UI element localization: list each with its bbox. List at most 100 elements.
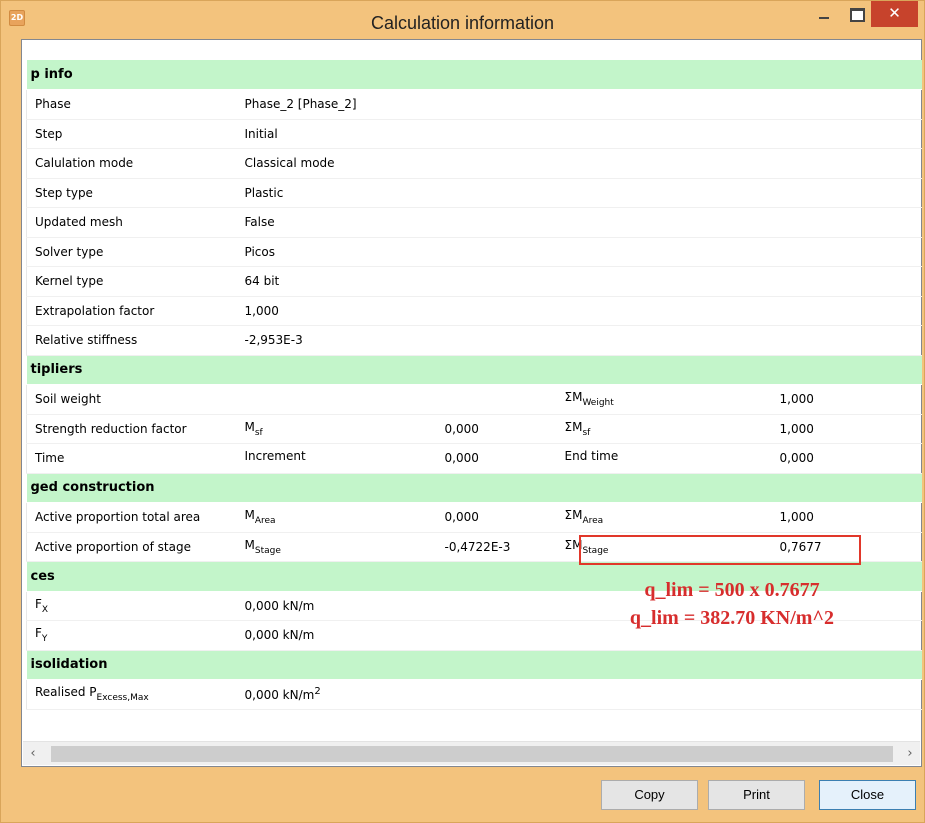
row-value: 0,000 [436,414,557,444]
row-label: Active proportion of stage [26,532,237,562]
row-label: Step type [26,178,237,208]
row-label: Time [26,443,237,474]
row-total-symbol: End time [556,443,772,474]
row-symbol: MArea [236,502,437,533]
copy-button[interactable]: Copy [601,780,698,810]
section-header-consolidation: isolidation [26,650,922,680]
total-symbol-base: ΣM [564,419,583,434]
table-row: Active proportion total area MArea 0,000… [26,502,922,533]
row-value: -2,953E-3 [236,325,922,356]
close-window-button[interactable]: ✕ [871,1,918,27]
row-label: Step [26,119,237,149]
row-total-symbol: ΣMStage [556,532,772,562]
symbol-sub: sf [254,427,263,438]
total-symbol-base: End time [564,449,619,464]
row-value: Picos [236,237,922,267]
label-sub: Y [41,634,48,645]
row-total-value: 1,000 [771,384,922,415]
total-symbol-base: ΣM [564,390,583,405]
value-sup: 2 [314,686,321,698]
window-title: Calculation information [370,13,555,33]
symbol-base: Increment [244,449,306,464]
row-value: Phase_2 [Phase_2] [236,89,922,120]
row-label: FY [26,620,237,651]
section-header-multipliers: tipliers [26,355,922,385]
row-total-value: 1,000 [771,502,922,533]
total-symbol-sub: Stage [582,545,609,556]
row-value: False [236,207,922,238]
section-title: isolidation [26,650,922,680]
label-sub: X [41,604,49,615]
symbol-base: M [244,508,255,523]
label-base: Realised P [35,685,97,700]
annotation-line-1: q_lim = 500 x 0.7677 [644,579,820,601]
title-bar[interactable]: 2D Calculation information ✕ [1,1,924,41]
section-header-step-info: p info [26,60,922,90]
row-total-value: 0,7677 [771,532,922,562]
total-symbol-sub: Weight [582,398,614,409]
table-row: Solver type Picos [26,237,922,267]
print-button[interactable]: Print [708,780,805,810]
row-label: Phase [26,89,237,120]
row-symbol [236,384,437,415]
row-value [436,384,557,415]
row-symbol: MStage [236,532,437,562]
row-label: Soil weight [26,384,237,415]
row-total-value: 1,000 [771,414,922,444]
section-header-staged-construction: ged construction [26,473,922,503]
table-row: Updated mesh False [26,207,922,238]
row-label: Relative stiffness [26,325,237,356]
table-row: Strength reduction factor Msf 0,000 ΣMsf… [26,414,922,444]
label-sub: Excess,Max [96,693,149,704]
section-title: p info [26,60,922,90]
info-panel: p info Phase Phase_2 [Phase_2] Step Initia… [21,39,922,767]
maximize-button[interactable] [841,1,871,31]
scroll-left-icon[interactable]: ‹ [23,742,43,766]
row-symbol: Increment [236,443,437,474]
label-base: F [35,596,42,611]
table-row: Active proportion of stage MStage -0,472… [26,532,922,562]
row-label: Realised PExcess,Max [26,679,237,710]
row-label: Active proportion total area [26,502,237,533]
scroll-right-icon[interactable]: › [900,742,920,766]
horizontal-scrollbar[interactable]: ‹ › [23,741,920,765]
symbol-sub: Stage [254,545,281,556]
total-symbol-base: ΣM [564,537,583,552]
table-row: Phase Phase_2 [Phase_2] [26,89,922,120]
row-total-symbol: ΣMArea [556,502,772,533]
symbol-base: M [244,537,255,552]
table-row: Step Initial [26,119,922,149]
row-value: 64 bit [236,266,922,297]
table-row: Kernel type 64 bit [26,266,922,297]
table-row: Calulation mode Classical mode [26,148,922,179]
table-row: Soil weight ΣMWeight 1,000 [26,384,922,415]
row-value: Classical mode [236,148,922,179]
symbol-sub: Area [254,516,276,527]
row-label: Solver type [26,237,237,267]
row-label: Extrapolation factor [26,296,237,326]
total-symbol-sub: Area [582,516,604,527]
row-value: 0,000 [436,502,557,533]
close-button[interactable]: Close [819,780,916,810]
section-title: tipliers [26,355,922,385]
table-row: Time Increment 0,000 End time 0,000 [26,443,922,474]
row-total-symbol: ΣMWeight [556,384,772,415]
symbol-base: M [244,419,255,434]
row-total-symbol: ΣMsf [556,414,772,444]
total-symbol-sub: sf [582,427,591,438]
row-symbol: Msf [236,414,437,444]
row-value: 0,000 kN/m2 [236,679,922,710]
minimize-button[interactable] [807,1,841,31]
row-value: -0,4722E-3 [436,532,557,562]
value-text: 0,000 kN/m [244,688,315,703]
scroll-thumb[interactable] [51,746,893,762]
annotation-line-2: q_lim = 382.70 KN/m^2 [629,607,835,629]
row-total-value: 0,000 [771,443,922,474]
row-value: 0,000 [436,443,557,474]
row-value: Plastic [236,178,922,208]
row-label: FX [26,591,237,621]
row-label: Kernel type [26,266,237,297]
row-label: Strength reduction factor [26,414,237,444]
label-base: F [35,626,42,641]
section-title: ged construction [26,473,922,503]
